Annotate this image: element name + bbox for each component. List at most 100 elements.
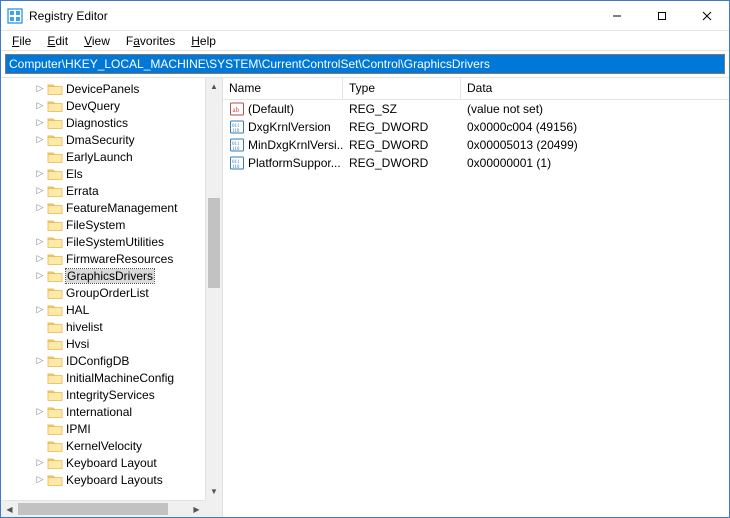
tree-item[interactable]: GroupOrderList <box>1 284 205 301</box>
expand-icon[interactable]: ▷ <box>33 354 47 368</box>
expand-icon[interactable]: ▷ <box>33 235 47 249</box>
list-body[interactable]: (Default)REG_SZ(value not set)DxgKrnlVer… <box>223 100 729 517</box>
menu-file[interactable]: File <box>5 33 38 49</box>
cell-type: REG_DWORD <box>343 156 461 170</box>
tree-item[interactable]: ▷HAL <box>1 301 205 318</box>
scroll-thumb[interactable] <box>208 198 220 288</box>
tree-item-label: FileSystem <box>66 218 125 232</box>
tree-item[interactable]: ▷ Els <box>1 165 205 182</box>
folder-icon <box>47 252 63 266</box>
tree-item-label: InitialMachineConfig <box>66 371 174 385</box>
folder-icon <box>47 82 63 96</box>
cell-data: 0x0000c004 (49156) <box>461 120 729 134</box>
binary-value-icon <box>229 119 245 135</box>
values-pane: Name Type Data (Default)REG_SZ(value not… <box>223 78 729 517</box>
tree-horizontal-scrollbar[interactable]: ◀ ▶ <box>1 500 205 517</box>
tree-item[interactable]: ▷ GraphicsDrivers <box>1 267 205 284</box>
folder-icon <box>47 218 63 232</box>
tree-item-label: IntegrityServices <box>66 388 155 402</box>
scroll-thumb-h[interactable] <box>18 503 168 515</box>
tree-item-label: Els <box>66 167 83 181</box>
address-bar[interactable] <box>5 54 725 74</box>
tree-item[interactable]: FileSystem <box>1 216 205 233</box>
folder-icon <box>47 337 63 351</box>
tree-item[interactable]: ▷FileSystemUtilities <box>1 233 205 250</box>
tree-item[interactable]: ▷ DevicePanels <box>1 80 205 97</box>
tree-item[interactable]: InitialMachineConfig <box>1 369 205 386</box>
cell-name: PlatformSuppor... <box>223 155 343 171</box>
expand-icon[interactable]: ▷ <box>33 405 47 419</box>
column-header-data[interactable]: Data <box>461 78 729 99</box>
expand-icon[interactable]: ▷ <box>33 473 47 487</box>
list-row[interactable]: (Default)REG_SZ(value not set) <box>223 100 729 118</box>
window-controls <box>594 1 729 30</box>
expand-icon[interactable]: ▷ <box>33 116 47 130</box>
scroll-left-icon[interactable]: ◀ <box>1 501 18 517</box>
list-row[interactable]: DxgKrnlVersionREG_DWORD0x0000c004 (49156… <box>223 118 729 136</box>
expand-icon[interactable]: ▷ <box>33 201 47 215</box>
address-bar-container <box>1 51 729 77</box>
scroll-right-icon[interactable]: ▶ <box>188 501 205 517</box>
tree-item[interactable]: IntegrityServices <box>1 386 205 403</box>
menu-help[interactable]: Help <box>184 33 223 49</box>
tree-item-label: Errata <box>66 184 99 198</box>
expand-icon[interactable]: ▷ <box>33 133 47 147</box>
menu-bar: File Edit View Favorites Help <box>1 31 729 51</box>
tree-item-label: IDConfigDB <box>66 354 129 368</box>
tree-item[interactable]: KernelVelocity <box>1 437 205 454</box>
folder-icon <box>47 303 63 317</box>
folder-icon <box>47 371 63 385</box>
tree-item[interactable]: ▷FeatureManagement <box>1 199 205 216</box>
list-header: Name Type Data <box>223 78 729 100</box>
tree-item[interactable]: ▷ IDConfigDB <box>1 352 205 369</box>
minimize-button[interactable] <box>594 1 639 30</box>
close-button[interactable] <box>684 1 729 30</box>
tree-item-label: GraphicsDrivers <box>66 269 154 283</box>
tree-item[interactable]: ▷ DmaSecurity <box>1 131 205 148</box>
title-bar[interactable]: Registry Editor <box>1 1 729 31</box>
expand-icon[interactable]: ▷ <box>33 82 47 96</box>
tree-item-label: GroupOrderList <box>66 286 149 300</box>
list-row[interactable]: PlatformSuppor...REG_DWORD0x00000001 (1) <box>223 154 729 172</box>
scroll-up-icon[interactable]: ▲ <box>206 78 222 95</box>
cell-type: REG_SZ <box>343 102 461 116</box>
no-expand-icon <box>33 439 47 453</box>
expand-icon[interactable]: ▷ <box>33 269 47 283</box>
tree-item[interactable]: EarlyLaunch <box>1 148 205 165</box>
value-name: MinDxgKrnlVersi... <box>248 138 343 152</box>
tree-item-label: DmaSecurity <box>66 133 135 147</box>
tree-item[interactable]: ▷ Errata <box>1 182 205 199</box>
tree-item[interactable]: ▷Keyboard Layouts <box>1 471 205 488</box>
maximize-button[interactable] <box>639 1 684 30</box>
menu-edit[interactable]: Edit <box>40 33 75 49</box>
expand-icon[interactable]: ▷ <box>33 303 47 317</box>
title-left: Registry Editor <box>7 8 108 24</box>
list-row[interactable]: MinDxgKrnlVersi...REG_DWORD0x00005013 (2… <box>223 136 729 154</box>
tree-item-label: Hvsi <box>66 337 89 351</box>
menu-favorites[interactable]: Favorites <box>119 33 182 49</box>
tree-item[interactable]: ▷FirmwareResources <box>1 250 205 267</box>
tree-item-label: DevicePanels <box>66 82 139 96</box>
tree-item[interactable]: hivelist <box>1 318 205 335</box>
expand-icon[interactable]: ▷ <box>33 184 47 198</box>
tree-item[interactable]: ▷DevQuery <box>1 97 205 114</box>
main-area: ▷DevicePanels▷DevQuery▷Diagnostics▷DmaSe… <box>1 77 729 517</box>
tree-item[interactable]: ▷Keyboard Layout <box>1 454 205 471</box>
no-expand-icon <box>33 150 47 164</box>
menu-view[interactable]: View <box>77 33 117 49</box>
column-header-type[interactable]: Type <box>343 78 461 99</box>
column-header-name[interactable]: Name <box>223 78 343 99</box>
scroll-down-icon[interactable]: ▼ <box>206 483 222 500</box>
tree-vertical-scrollbar[interactable]: ▲ ▼ <box>205 78 222 500</box>
cell-name: DxgKrnlVersion <box>223 119 343 135</box>
expand-icon[interactable]: ▷ <box>33 167 47 181</box>
expand-icon[interactable]: ▷ <box>33 456 47 470</box>
expand-icon[interactable]: ▷ <box>33 252 47 266</box>
tree-item[interactable]: ▷International <box>1 403 205 420</box>
cell-data: (value not set) <box>461 102 729 116</box>
expand-icon[interactable]: ▷ <box>33 99 47 113</box>
tree-item[interactable]: ▷Diagnostics <box>1 114 205 131</box>
tree-item[interactable]: IPMI <box>1 420 205 437</box>
tree-item[interactable]: Hvsi <box>1 335 205 352</box>
key-tree[interactable]: ▷DevicePanels▷DevQuery▷Diagnostics▷DmaSe… <box>1 78 205 500</box>
